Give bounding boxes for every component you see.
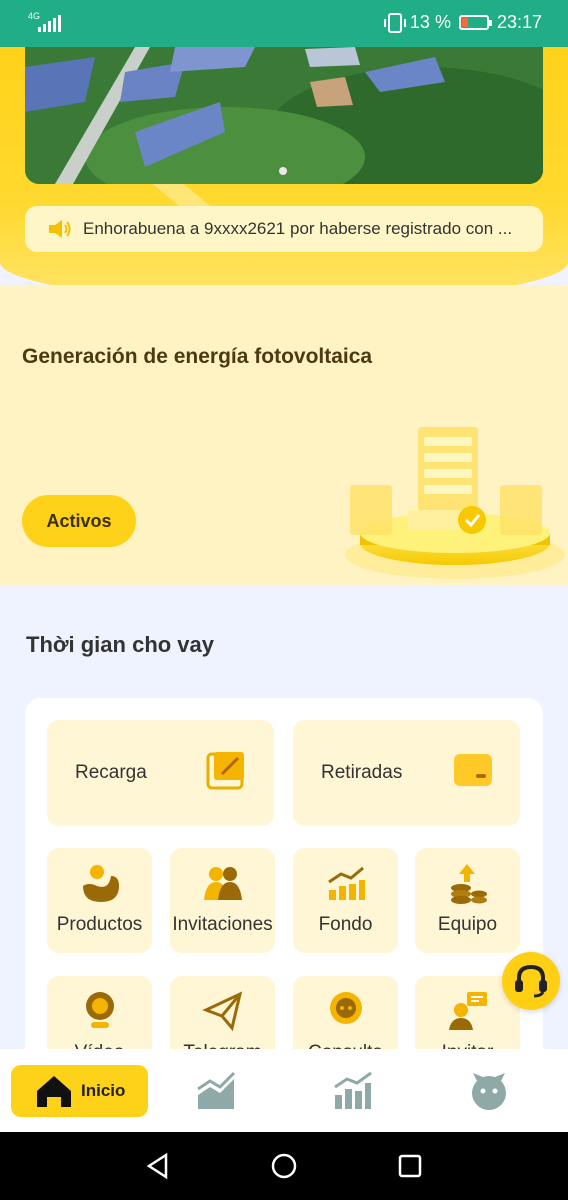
products-icon — [83, 865, 119, 902]
tab-home[interactable]: Inicio — [11, 1065, 148, 1117]
invitations-button[interactable]: Invitaciones — [170, 848, 275, 953]
products-label: Productos — [56, 914, 143, 935]
team-label: Equipo — [437, 914, 498, 935]
activos-button[interactable]: Activos — [22, 495, 136, 547]
signal-icon — [38, 14, 61, 32]
recents-icon[interactable] — [396, 1152, 424, 1180]
fund-button[interactable]: Fondo — [293, 848, 398, 953]
recharge-icon — [206, 752, 244, 790]
energy-section: Generación de energía fotovoltaica Activ… — [0, 285, 568, 586]
wallet-icon — [454, 754, 492, 786]
banner-carousel[interactable] — [25, 47, 543, 184]
trend-icon[interactable] — [196, 1071, 236, 1111]
people-icon — [204, 867, 242, 900]
invite-icon — [449, 992, 487, 1030]
withdraw-label: Retiradas — [321, 762, 403, 783]
servers-illustration — [345, 427, 565, 579]
withdraw-button[interactable]: Retiradas — [293, 720, 520, 826]
recharge-label: Recarga — [75, 762, 147, 783]
status-bar: 4G 13 % 23:17 — [0, 0, 568, 47]
coins-icon — [451, 864, 487, 904]
tab-home-label: Inicio — [81, 1081, 126, 1100]
energy-title: Generación de energía fotovoltaica — [22, 345, 373, 368]
clock: 23:17 — [496, 12, 542, 32]
home-icon — [37, 1076, 71, 1107]
support-button[interactable] — [502, 952, 560, 1010]
vibrate-icon — [383, 12, 406, 33]
home-circle-icon[interactable] — [270, 1152, 298, 1180]
fund-label: Fondo — [318, 914, 373, 935]
bar-chart-icon — [328, 866, 365, 900]
speaker-icon — [49, 220, 71, 238]
battery-icon — [458, 15, 492, 30]
solar-farm-image — [25, 47, 543, 184]
system-nav-bar — [0, 1132, 568, 1200]
products-button[interactable]: Productos — [47, 848, 152, 953]
headset-icon — [515, 964, 547, 998]
battery-percent: 13 % — [409, 12, 451, 32]
recharge-button[interactable]: Recarga — [47, 720, 274, 826]
bottom-tab-bar: Inicio — [0, 1049, 568, 1132]
profile-icon[interactable] — [469, 1071, 509, 1111]
invitations-label: Invitaciones — [172, 914, 273, 935]
telegram-icon — [202, 991, 243, 1032]
stats-icon[interactable] — [333, 1071, 373, 1111]
back-icon[interactable] — [144, 1152, 172, 1180]
team-button[interactable]: Equipo — [415, 848, 520, 953]
loan-title: Thời gian cho vay — [26, 632, 215, 657]
notice-marquee: Enhorabuena a 9xxxx2621 por haberse regi… — [25, 206, 543, 252]
notice-text: Enhorabuena a 9xxxx2621 por haberse regi… — [83, 219, 513, 238]
carousel-indicator[interactable] — [279, 167, 287, 175]
webcam-icon — [86, 992, 114, 1028]
chat-icon — [330, 992, 362, 1024]
